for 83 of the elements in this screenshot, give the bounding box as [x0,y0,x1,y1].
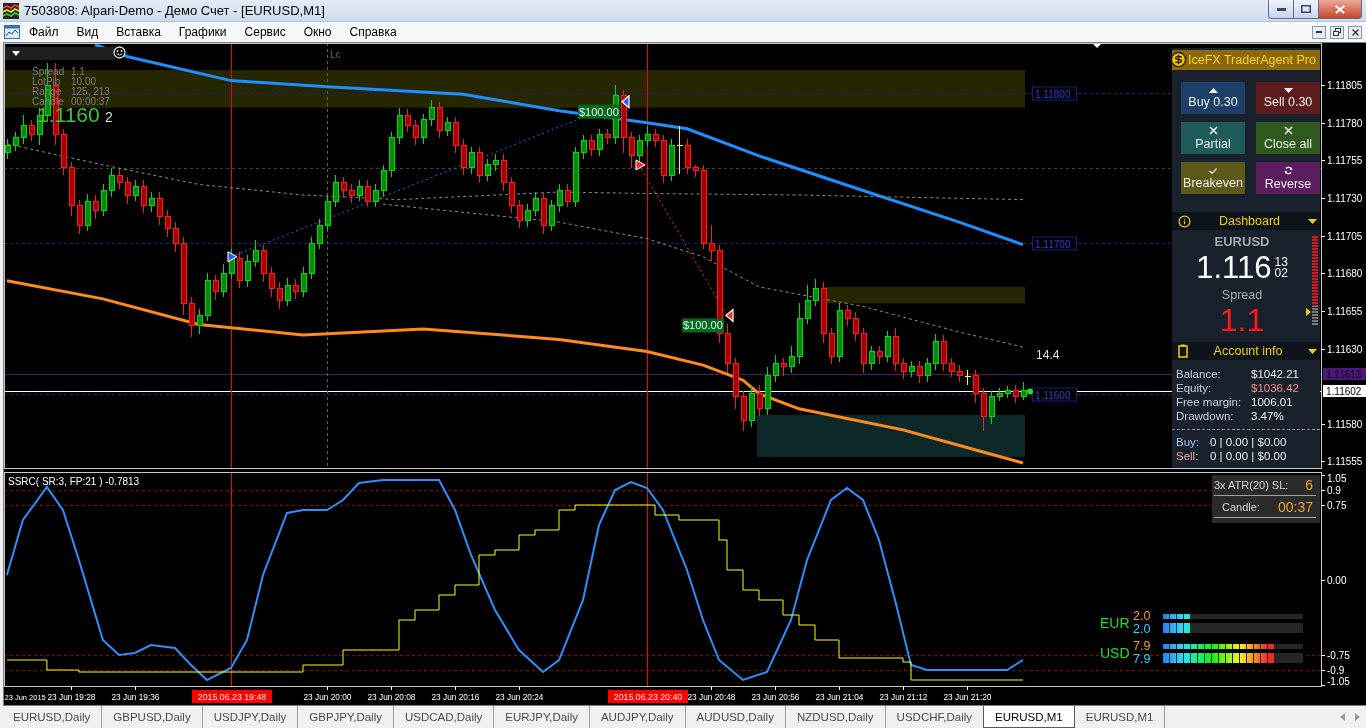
time-tick-label: 23 Jun 19:28 [47,692,96,702]
info-value: 1.1 [71,66,85,77]
time-tick-label: 23 Jun 20:48 [687,692,736,702]
currency-label: USD [1100,645,1131,661]
time-tick-label: 23 Jun 20:56 [751,692,800,702]
ref-line-label: 1.11602 [1326,386,1362,397]
ref-line-label: 1.11800 [1035,88,1071,100]
info-value: 10.00 [71,76,97,87]
atr-label: Candle: [1222,501,1260,513]
info-value: 00:00:37 [71,96,110,107]
quote-price: 1.116 [1196,251,1272,284]
position-value: 0 | 0.00 | $0.00 [1210,449,1288,463]
time-tick-label: 23 Jun 20:00 [303,692,352,702]
spread-label: Spread [1221,288,1263,302]
ask-digits: 13 [1274,256,1288,268]
strength-value: 2.0 [1133,623,1152,636]
ref-line-label: 1.11600 [1035,389,1071,401]
account-label: Drawdown: [1176,409,1235,423]
strength-value: 7.9 [1133,640,1152,653]
price-tick-label: 1.11730 [1327,193,1363,204]
currency-label: EUR [1100,615,1131,631]
strength-value: 2.0 [1133,610,1152,623]
ref-line-label: 1.11700 [1035,238,1071,250]
time-tick-label: 23 Jun 21:04 [815,692,864,702]
price-tick-label: 1.11780 [1327,118,1363,129]
time-tick-label: 23 Jun 21:20 [943,692,992,702]
profit-label: $100.00 [682,318,724,333]
ref-line-label: 2015.06.23 19:48 [197,692,267,702]
window-title: 7503808: Alpari-Demo - Демо Счет - [EURUSD,M1] [24,3,325,18]
time-tick-label: 23 Jun 21:12 [879,692,928,702]
price-tick-label: 1.11805 [1327,80,1363,91]
price-digit: 2 [105,109,113,125]
account-value: $1036.42 [1251,381,1300,395]
value-tick-label: 0.75 [1327,499,1347,511]
ref-line-label: 2015.06.23 20:40 [613,692,683,702]
price-level-label: 1.11800 [1032,86,1078,101]
account-label: Free margin: [1176,395,1243,409]
time-tick-label: 23 Jun 20:16 [431,692,480,702]
marker-label: Lc [330,49,341,60]
symbol-label: EURUSD [1214,235,1270,249]
section-title: Account info [1212,344,1284,358]
atr-value: 00:37 [1277,499,1313,515]
panel-title: IceFX TraderAgent Pro [1188,53,1316,67]
price-level-label: 1.11600 [1032,387,1078,402]
value-label: 14.4 [1036,348,1060,363]
account-label: Equity: [1176,381,1213,395]
account-value: 1006.01 [1251,395,1294,409]
account-label: Balance: [1176,367,1222,381]
time-tick-label: 23 Jun 20:08 [367,692,416,702]
price-level-label: 1.11700 [1032,236,1078,251]
value-tick-label: 0.9 [1327,484,1341,496]
value-tick-label: -1.05 [1327,676,1350,687]
time-marker-label: 2015.06.23 19:48 [192,690,272,703]
info-value: 125, 213 [71,86,110,97]
account-value: $1042.21 [1251,367,1300,381]
spread-value: 1.1 [1219,304,1265,336]
bid-digits: 02 [1274,267,1288,279]
price-tick-label: 1.11555 [1327,456,1363,467]
time-marker-label: 2015.06.23 20:40 [608,690,688,703]
price-tag: 1.11613 [1323,368,1366,380]
section-title: Dashboard [1217,214,1282,228]
price-tick-label: 1.11580 [1327,419,1363,430]
value-tick-label: 1.05 [1327,473,1347,484]
ref-line-label: 1.11613 [1326,369,1362,380]
value-tick-label: 0.00 [1327,574,1347,586]
atr-label: 3x ATR(20) SL: [1214,479,1289,491]
price-tick-label: 1.11630 [1327,344,1363,355]
position-label: Sell: [1176,449,1200,463]
price-tick-label: 1.11655 [1327,306,1363,317]
strength-value: 7.9 [1133,653,1152,666]
price-tag: 1.11602 [1323,385,1366,397]
position-label: Buy: [1176,435,1200,449]
time-tick-label: 23 Jun 20:24 [495,692,544,702]
price-tick-label: 1.11705 [1327,231,1363,242]
time-tick-label: 23 Jun 19:36 [111,692,160,702]
atr-value: 6 [1305,477,1313,493]
value-tick-label: -0.9 [1327,664,1345,676]
position-value: 0 | 0.00 | $0.00 [1210,435,1288,449]
price-tick-label: 1.11680 [1327,268,1363,279]
value-tick-label: -0.75 [1327,649,1350,661]
account-value: 3.47% [1251,409,1285,423]
chart-title: SSRC( SR:3, FP:21 ) -0.7813 [8,476,140,487]
price-tick-label: 1.11755 [1327,155,1363,166]
